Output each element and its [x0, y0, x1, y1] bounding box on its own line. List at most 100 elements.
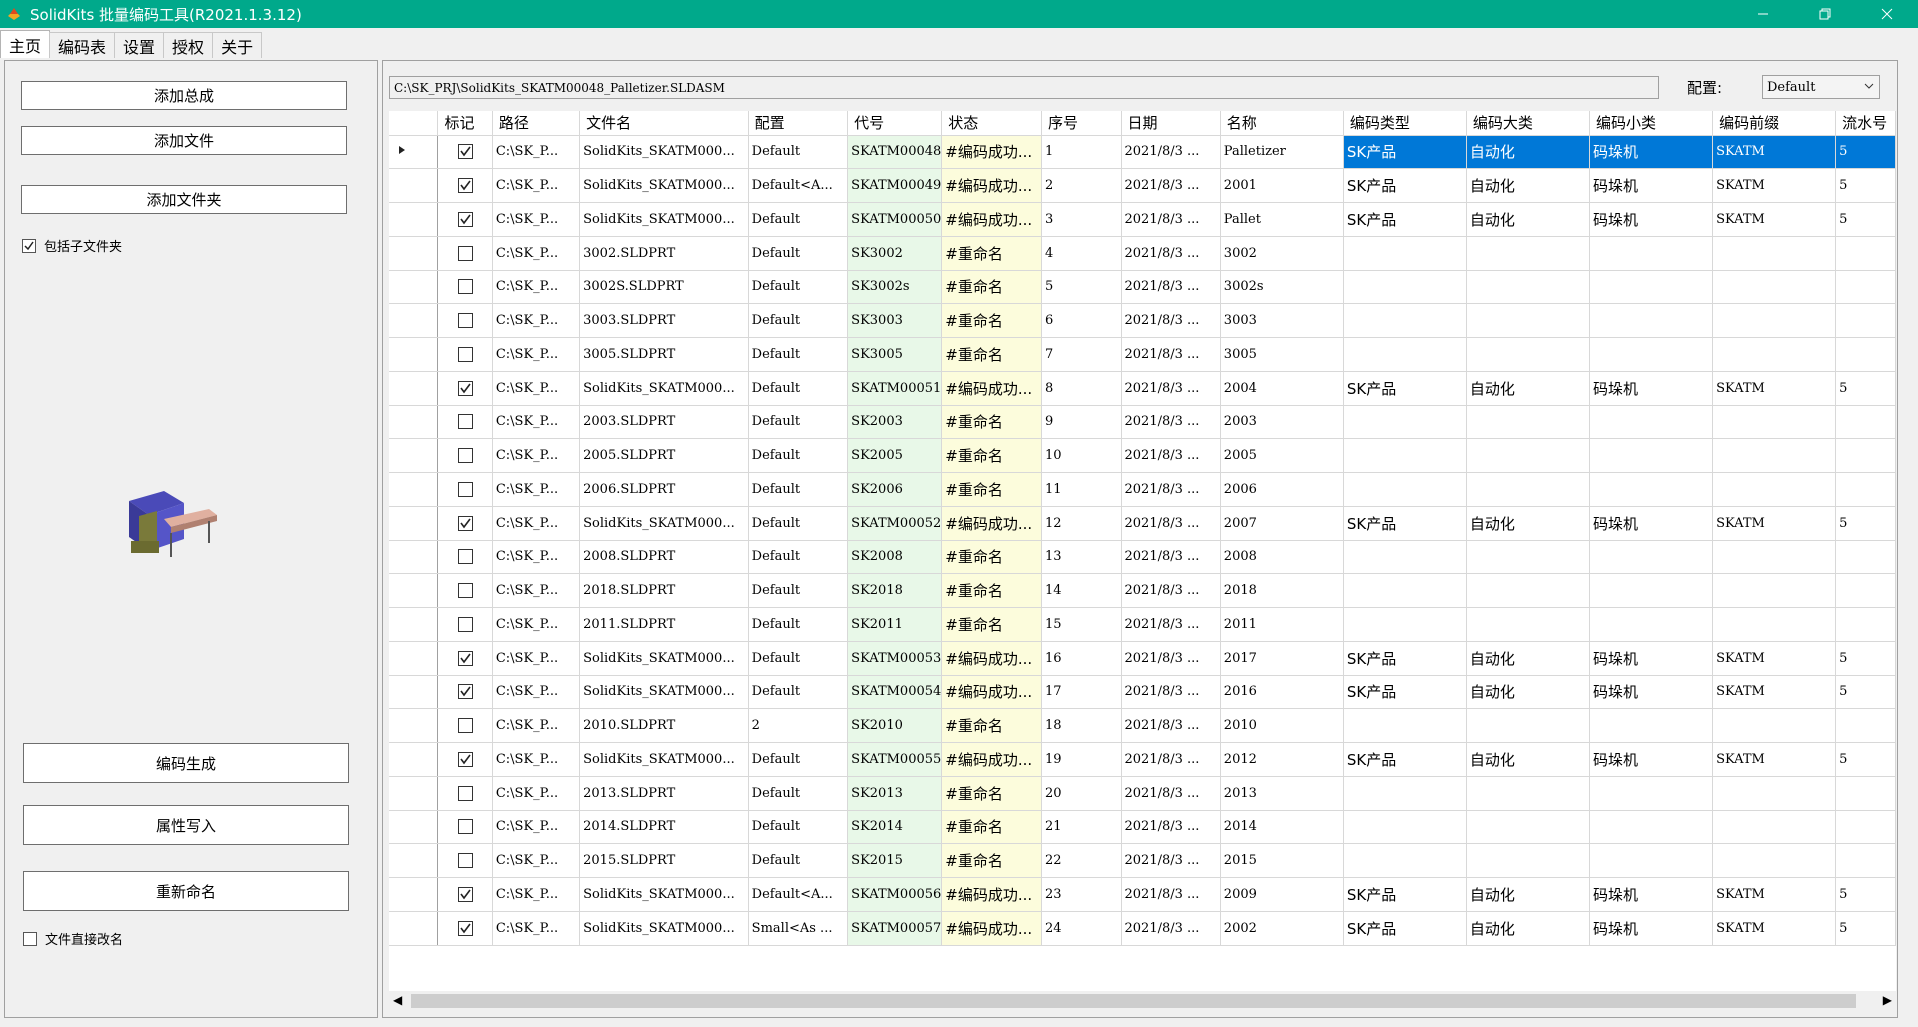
sub-cell[interactable] [1589, 405, 1714, 440]
file-cell[interactable]: 2014.SLDPRT [579, 810, 749, 845]
row-header[interactable] [389, 911, 439, 946]
row-header[interactable] [389, 135, 439, 170]
sub-cell[interactable]: 码垛机 [1589, 911, 1714, 946]
date-cell[interactable]: 2021/8/3 ... [1121, 303, 1221, 338]
serial-cell[interactable] [1835, 472, 1896, 507]
type-cell[interactable] [1343, 843, 1467, 878]
serial-cell[interactable] [1835, 337, 1896, 372]
tab-settings[interactable]: 设置 [114, 32, 165, 58]
mark-cell[interactable] [437, 675, 493, 710]
table-row[interactable]: C:\SK_P... SolidKits_SKATM000... Default<A… [389, 168, 1896, 203]
table-row[interactable]: C:\SK_P... 2008.SLDPRT Default SK2008 #重命名 13… [389, 540, 1896, 575]
code-cell[interactable]: SK3005 [847, 337, 943, 372]
type-cell[interactable]: SK产品 [1343, 135, 1467, 170]
prefix-cell[interactable] [1712, 270, 1837, 305]
date-cell[interactable]: 2021/8/3 ... [1121, 506, 1221, 541]
file-cell[interactable]: 2010.SLDPRT [579, 708, 749, 743]
code-cell[interactable]: SKATM00055 [847, 742, 943, 777]
table-row[interactable]: C:\SK_P... SolidKits_SKATM000... Default<A… [389, 877, 1896, 912]
cat-cell[interactable]: 自动化 [1466, 506, 1591, 541]
row-header[interactable] [389, 438, 439, 473]
tab-code-table[interactable]: 编码表 [49, 32, 116, 58]
table-row[interactable]: C:\SK_P... 2006.SLDPRT Default SK2006 #重命名 11… [389, 472, 1896, 507]
row-header[interactable] [389, 303, 439, 338]
path-cell[interactable]: C:\SK_P... [492, 506, 581, 541]
row-header[interactable] [389, 877, 439, 912]
table-row[interactable]: C:\SK_P... 2013.SLDPRT Default SK2013 #重命名 20… [389, 776, 1896, 811]
mark-cell[interactable] [437, 202, 493, 237]
prefix-cell[interactable] [1712, 776, 1837, 811]
type-cell[interactable]: SK产品 [1343, 202, 1467, 237]
cat-cell[interactable]: 自动化 [1466, 742, 1591, 777]
mark-cell[interactable] [437, 810, 493, 845]
sub-cell[interactable]: 码垛机 [1589, 641, 1714, 676]
seq-cell[interactable]: 15 [1041, 607, 1122, 642]
sub-cell[interactable] [1589, 540, 1714, 575]
seq-cell[interactable]: 19 [1041, 742, 1122, 777]
date-cell[interactable]: 2021/8/3 ... [1121, 540, 1221, 575]
sub-cell[interactable] [1589, 573, 1714, 608]
type-cell[interactable] [1343, 573, 1467, 608]
table-row[interactable]: C:\SK_P... SolidKits_SKATM000... Default SK… [389, 371, 1896, 406]
prefix-cell[interactable] [1712, 236, 1837, 271]
checkbox-checked[interactable] [457, 515, 473, 531]
write-properties-button[interactable]: 属性写入 [23, 805, 349, 845]
date-cell[interactable]: 2021/8/3 ... [1121, 911, 1221, 946]
code-cell[interactable]: SK2014 [847, 810, 943, 845]
row-header[interactable] [389, 270, 439, 305]
cat-cell[interactable]: 自动化 [1466, 135, 1591, 170]
sub-cell[interactable]: 码垛机 [1589, 168, 1714, 203]
cat-cell[interactable] [1466, 810, 1591, 845]
table-row[interactable]: C:\SK_P... 2003.SLDPRT Default SK2003 #重命名 9 2… [389, 405, 1896, 440]
mark-cell[interactable] [437, 135, 493, 170]
status-cell[interactable]: #编码成功... [941, 641, 1042, 676]
sub-cell[interactable]: 码垛机 [1589, 202, 1714, 237]
config-cell[interactable]: Default [748, 540, 849, 575]
table-row[interactable]: C:\SK_P... SolidKits_SKATM000... Small<As … [389, 911, 1896, 946]
column-header[interactable]: 编码小类 [1589, 111, 1714, 136]
type-cell[interactable] [1343, 270, 1467, 305]
column-header[interactable]: 序号 [1041, 111, 1122, 136]
scroll-right-icon[interactable]: ▶ [1883, 993, 1892, 1007]
name-cell[interactable]: 2008 [1220, 540, 1344, 575]
name-cell[interactable]: 3003 [1220, 303, 1344, 338]
config-cell[interactable]: Default [748, 506, 849, 541]
file-cell[interactable]: 3002.SLDPRT [579, 236, 749, 271]
status-cell[interactable]: #重命名 [941, 270, 1042, 305]
config-cell[interactable]: Default [748, 472, 849, 507]
prefix-cell[interactable]: SKATM [1712, 135, 1837, 170]
file-cell[interactable]: SolidKits_SKATM000... [579, 675, 749, 710]
name-cell[interactable]: 2015 [1220, 843, 1344, 878]
row-header[interactable] [389, 405, 439, 440]
path-cell[interactable]: C:\SK_P... [492, 776, 581, 811]
column-header[interactable]: 流水号 [1835, 111, 1896, 136]
name-cell[interactable]: 2002 [1220, 911, 1344, 946]
path-cell[interactable]: C:\SK_P... [492, 270, 581, 305]
seq-cell[interactable]: 20 [1041, 776, 1122, 811]
file-cell[interactable]: 3003.SLDPRT [579, 303, 749, 338]
config-cell[interactable]: Default<A... [748, 168, 849, 203]
table-row[interactable]: C:\SK_P... 2005.SLDPRT Default SK2005 #重命名 10… [389, 438, 1896, 473]
date-cell[interactable]: 2021/8/3 ... [1121, 371, 1221, 406]
file-cell[interactable]: SolidKits_SKATM000... [579, 168, 749, 203]
name-cell[interactable]: 3002 [1220, 236, 1344, 271]
prefix-cell[interactable]: SKATM [1712, 506, 1837, 541]
sub-cell[interactable]: 码垛机 [1589, 506, 1714, 541]
mark-cell[interactable] [437, 371, 493, 406]
name-cell[interactable]: 3002s [1220, 270, 1344, 305]
config-cell[interactable]: Default [748, 405, 849, 440]
seq-cell[interactable]: 12 [1041, 506, 1122, 541]
code-cell[interactable]: SKATM00053 [847, 641, 943, 676]
status-cell[interactable]: #重命名 [941, 438, 1042, 473]
date-cell[interactable]: 2021/8/3 ... [1121, 405, 1221, 440]
table-row[interactable]: C:\SK_P... 3002S.SLDPRT Default SK3002s #重命名… [389, 270, 1896, 305]
cat-cell[interactable] [1466, 573, 1591, 608]
checkbox-unchecked[interactable] [457, 414, 473, 430]
sub-cell[interactable] [1589, 303, 1714, 338]
file-cell[interactable]: 2006.SLDPRT [579, 472, 749, 507]
rename-button[interactable]: 重新命名 [23, 871, 349, 911]
file-cell[interactable]: 3002S.SLDPRT [579, 270, 749, 305]
assembly-path-field[interactable]: C:\SK_PRJ\SolidKits_SKATM00048_Palletize… [389, 76, 1659, 99]
status-cell[interactable]: #重命名 [941, 540, 1042, 575]
name-cell[interactable]: Pallet [1220, 202, 1344, 237]
